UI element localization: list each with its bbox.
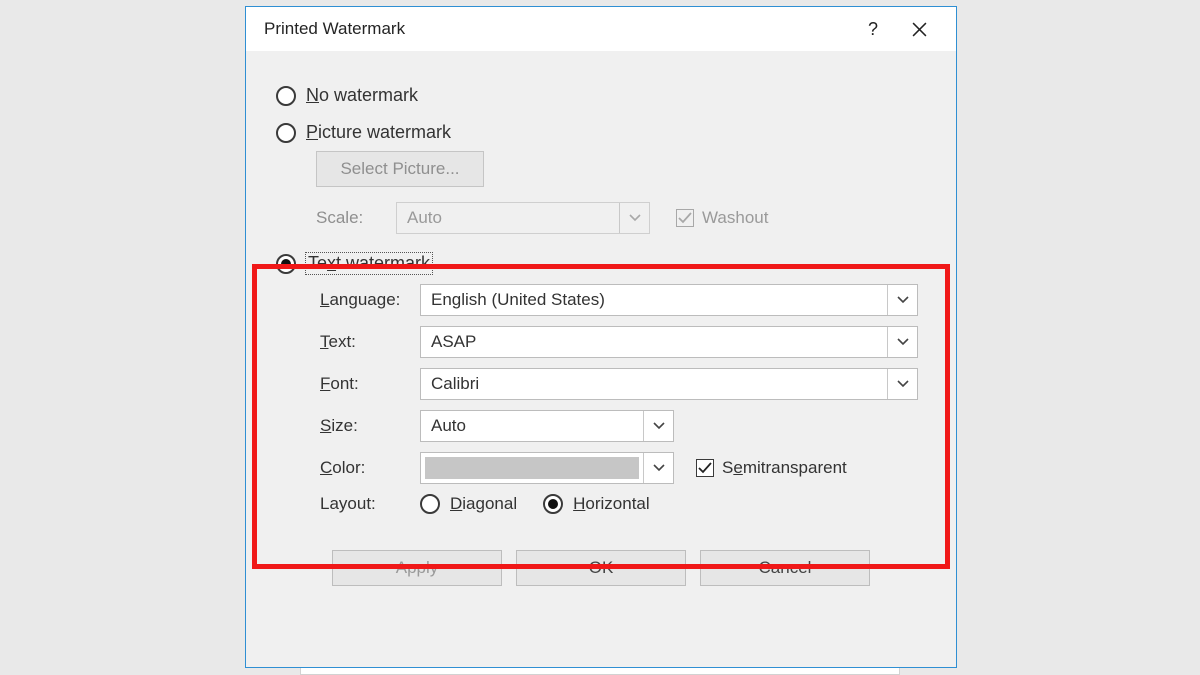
- close-button[interactable]: [896, 13, 942, 45]
- size-row: Size: Auto: [320, 410, 930, 442]
- chevron-down-icon[interactable]: [643, 453, 673, 483]
- radio-no-watermark[interactable]: No watermark: [276, 85, 930, 106]
- help-button[interactable]: ?: [850, 13, 896, 45]
- scale-combo: Auto: [396, 202, 650, 234]
- dialog-title: Printed Watermark: [264, 19, 850, 39]
- checkbox-icon: [676, 209, 694, 227]
- text-value: ASAP: [421, 332, 887, 352]
- size-value: Auto: [421, 416, 643, 436]
- semitransparent-label: Semitransparent: [722, 458, 847, 478]
- chevron-down-icon[interactable]: [887, 285, 917, 315]
- washout-label: Washout: [702, 208, 768, 228]
- chevron-down-icon: [619, 203, 649, 233]
- color-swatch: [425, 457, 639, 479]
- horizontal-label: Horizontal: [573, 494, 650, 514]
- radio-text-watermark[interactable]: Text watermark: [276, 253, 930, 274]
- apply-button[interactable]: Apply: [332, 550, 502, 586]
- scale-row: Scale: Auto Washout: [316, 201, 930, 235]
- chevron-down-icon[interactable]: [887, 327, 917, 357]
- language-row: Language: English (United States): [320, 284, 930, 316]
- close-icon: [912, 22, 927, 37]
- radio-icon: [276, 123, 296, 143]
- text-row: Text: ASAP: [320, 326, 930, 358]
- scale-value: Auto: [397, 208, 619, 228]
- text-label: Text:: [320, 332, 420, 352]
- cancel-button[interactable]: Cancel: [700, 550, 870, 586]
- titlebar: Printed Watermark ?: [246, 7, 956, 51]
- chevron-down-icon[interactable]: [887, 369, 917, 399]
- printed-watermark-dialog: Printed Watermark ? No watermark Picture…: [245, 6, 957, 668]
- checkbox-icon: [696, 459, 714, 477]
- text-watermark-group: Text watermark Language: English (United…: [276, 253, 930, 514]
- radio-icon: [543, 494, 563, 514]
- language-value: English (United States): [421, 290, 887, 310]
- diagonal-label: Diagonal: [450, 494, 517, 514]
- semitransparent-checkbox[interactable]: Semitransparent: [696, 458, 847, 478]
- layout-label: Layout:: [320, 494, 420, 514]
- radio-icon: [276, 86, 296, 106]
- radio-label: Text watermark: [306, 253, 432, 274]
- radio-layout-diagonal[interactable]: Diagonal: [420, 494, 517, 514]
- radio-icon: [420, 494, 440, 514]
- picture-group: Select Picture... Scale: Auto Washout: [316, 151, 930, 235]
- radio-layout-horizontal[interactable]: Horizontal: [543, 494, 650, 514]
- radio-label: Picture watermark: [306, 122, 451, 143]
- font-row: Font: Calibri: [320, 368, 930, 400]
- color-label: Color:: [320, 458, 420, 478]
- text-combo[interactable]: ASAP: [420, 326, 918, 358]
- washout-checkbox: Washout: [676, 208, 768, 228]
- size-label: Size:: [320, 416, 420, 436]
- scale-label: Scale:: [316, 208, 396, 228]
- color-row: Color: Semitransparent: [320, 452, 930, 484]
- font-value: Calibri: [421, 374, 887, 394]
- layout-row: Layout: Diagonal Horizontal: [320, 494, 930, 514]
- select-picture-button: Select Picture...: [316, 151, 484, 187]
- color-combo[interactable]: [420, 452, 674, 484]
- language-combo[interactable]: English (United States): [420, 284, 918, 316]
- chevron-down-icon[interactable]: [643, 411, 673, 441]
- language-label: Language:: [320, 290, 420, 310]
- radio-label: No watermark: [306, 85, 418, 106]
- radio-picture-watermark[interactable]: Picture watermark: [276, 122, 930, 143]
- font-combo[interactable]: Calibri: [420, 368, 918, 400]
- dialog-body: No watermark Picture watermark Select Pi…: [246, 51, 956, 586]
- ok-button[interactable]: OK: [516, 550, 686, 586]
- font-label: Font:: [320, 374, 420, 394]
- button-row: Apply OK Cancel: [272, 550, 930, 586]
- radio-icon: [276, 254, 296, 274]
- size-combo[interactable]: Auto: [420, 410, 674, 442]
